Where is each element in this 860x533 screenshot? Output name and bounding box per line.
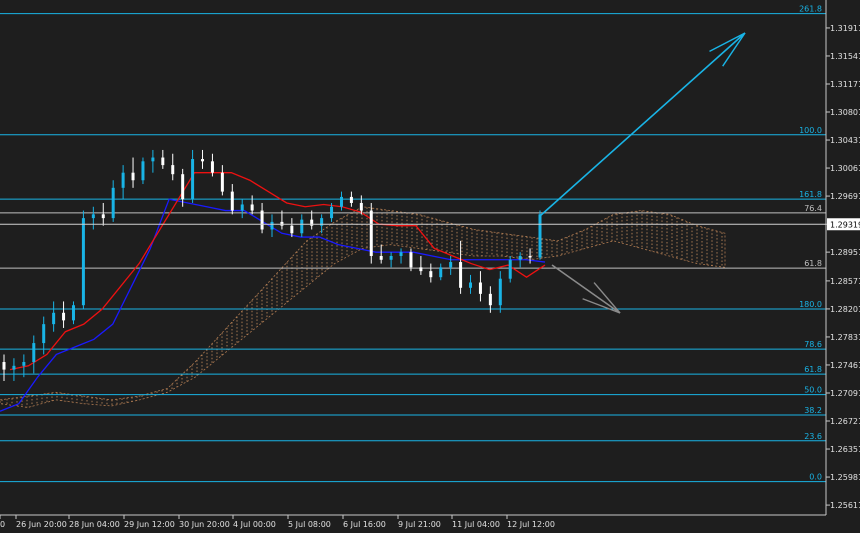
candle-body — [339, 196, 343, 207]
candle-body — [32, 343, 36, 363]
fib-label: 0.0 — [809, 473, 822, 482]
x-tick-label: 9 Jul 21:00 — [398, 520, 441, 529]
y-tick-label: 1.28571 — [830, 277, 860, 286]
fib-label: 180.0 — [799, 300, 822, 309]
y-tick-label: 1.27831 — [830, 333, 860, 342]
fib-label: 50.0 — [804, 386, 822, 395]
candle-body — [151, 157, 155, 162]
candle-body — [349, 196, 353, 203]
y-tick-label: 1.29691 — [830, 192, 860, 201]
candle-body — [290, 225, 294, 234]
candle-body — [52, 312, 56, 325]
x-tick-label: 28 Jun 04:00 — [69, 520, 120, 529]
x-tick-label: 29 Jun 12:00 — [124, 520, 175, 529]
y-tick-label: 1.27091 — [830, 389, 860, 398]
candle-body — [81, 218, 85, 306]
fib-label: 61.8 — [804, 365, 822, 374]
fib-label: 23.6 — [804, 432, 822, 441]
candle-body — [310, 219, 314, 226]
x-tick-label: 5 Jul 08:00 — [288, 520, 331, 529]
candle-body — [439, 267, 443, 278]
fib-label: 100.0 — [799, 126, 822, 135]
x-tick-label: 12 Jul 12:00 — [507, 520, 555, 529]
y-tick-label: 1.31171 — [830, 80, 860, 89]
candle-body — [2, 362, 6, 370]
fib-label: 76.4 — [804, 204, 822, 213]
candle-body — [409, 252, 413, 268]
y-tick-label: 1.25611 — [830, 501, 860, 510]
candle-body — [201, 159, 205, 162]
chart-background — [0, 0, 860, 533]
candle-body — [22, 362, 26, 366]
fib-label: 261.8 — [799, 5, 822, 14]
fib-label: 161.8 — [799, 190, 822, 199]
candle-body — [389, 255, 393, 260]
y-tick-label: 1.28201 — [830, 305, 860, 314]
candle-body — [399, 252, 403, 256]
fib-label: 61.8 — [804, 259, 822, 268]
candle-body — [91, 214, 95, 219]
y-tick-label: 1.27461 — [830, 361, 860, 370]
candle-body — [449, 262, 453, 268]
candle-body — [220, 172, 224, 192]
candle-body — [300, 219, 304, 234]
candle-body — [101, 214, 105, 219]
candle-body — [538, 214, 542, 258]
candle-body — [62, 312, 66, 321]
y-tick-label: 1.28951 — [830, 248, 860, 257]
current-price-label: 1.29319 — [830, 220, 860, 229]
candle-body — [191, 159, 195, 200]
candle-body — [270, 221, 274, 230]
y-tick-label: 1.30801 — [830, 108, 860, 117]
y-tick-label: 1.30061 — [830, 164, 860, 173]
candle-body — [498, 278, 502, 306]
candle-body — [488, 293, 492, 306]
x-tick-label: 26 Jun 20:00 — [16, 520, 67, 529]
candle-body — [230, 191, 234, 211]
x-tick-label: 30 Jun 20:00 — [179, 520, 230, 529]
candle-body — [359, 202, 363, 211]
y-tick-label: 1.30431 — [830, 136, 860, 145]
candle-body — [330, 206, 334, 219]
price-chart[interactable]: 1.31911 1.31541 1.31171 1.30801 1.30431 1.300… — [0, 0, 860, 533]
fib-label: 38.2 — [804, 406, 822, 415]
candle-body — [528, 255, 532, 258]
candle-body — [131, 172, 135, 181]
candle-body — [429, 271, 433, 278]
candle-body — [71, 305, 75, 321]
candle-body — [478, 282, 482, 294]
y-tick-label: 1.25981 — [830, 473, 860, 482]
candle-body — [171, 165, 175, 175]
candle-body — [379, 255, 383, 260]
candle-body — [111, 187, 115, 219]
candle-body — [250, 204, 254, 211]
candle-body — [260, 210, 264, 230]
candle-body — [518, 255, 522, 260]
y-tick-label: 1.26351 — [830, 445, 860, 454]
y-tick-label: 1.26721 — [830, 417, 860, 426]
candle-body — [12, 365, 16, 370]
candle-body — [469, 282, 473, 288]
candle-body — [419, 267, 423, 272]
candle-body — [240, 204, 244, 211]
candle-body — [121, 172, 125, 188]
candle-body — [161, 157, 165, 166]
x-tick-label: 11 Jul 04:00 — [452, 520, 500, 529]
candle-body — [369, 210, 373, 256]
x-tick-label: 4 Jul 00:00 — [233, 520, 276, 529]
y-tick-label: 1.31541 — [830, 52, 860, 61]
candle-body — [210, 161, 214, 173]
candle-body — [181, 174, 185, 200]
candle-body — [508, 259, 512, 279]
x-tick-label: 0 — [0, 520, 5, 529]
candle-body — [459, 262, 463, 288]
candle-body — [141, 161, 145, 181]
y-tick-label: 1.31911 — [830, 24, 860, 33]
x-tick-label: 6 Jul 16:00 — [343, 520, 386, 529]
fib-label: 78.6 — [804, 340, 822, 349]
candle-body — [42, 324, 46, 344]
